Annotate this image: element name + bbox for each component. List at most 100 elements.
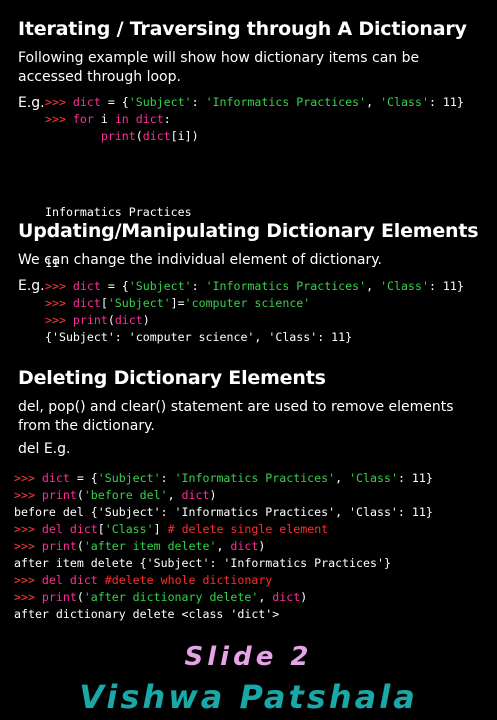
- code-token: ,: [167, 488, 182, 502]
- code-line: {'Subject': 'computer science', 'Class':…: [45, 329, 464, 346]
- code-token: ,: [335, 471, 350, 485]
- code-token: ,: [216, 539, 231, 553]
- code-line: >>> print('after item delete', dict): [14, 538, 433, 555]
- code-token: dict: [72, 95, 101, 109]
- code-token: 'Class': [380, 95, 429, 109]
- code-token: :: [191, 279, 206, 293]
- code-block-iterating: >>> dict = {'Subject': 'Informatics Prac…: [45, 94, 464, 145]
- code-token: = {: [100, 279, 129, 293]
- code-token: in: [114, 112, 129, 126]
- code-token: (: [76, 590, 84, 604]
- code-token: 'Subject': [128, 279, 192, 293]
- code-token: dict: [69, 522, 98, 536]
- code-token: print: [41, 539, 77, 553]
- code-token: dict: [72, 279, 101, 293]
- code-block-deleting: >>> dict = {'Subject': 'Informatics Prac…: [14, 470, 433, 623]
- code-line: >>> print('before del', dict): [14, 487, 433, 504]
- code-line: after item delete {'Subject': 'Informati…: [14, 555, 433, 572]
- code-token: 'Class': [349, 471, 398, 485]
- code-token: >>>: [14, 488, 42, 502]
- code-token: ]=: [170, 296, 185, 310]
- code-token: print: [72, 313, 108, 327]
- code-token: dict: [272, 590, 301, 604]
- code-line: >>> print('after dictionary delete', dic…: [14, 589, 433, 606]
- code-token: ,: [366, 279, 381, 293]
- code-token: (: [107, 313, 115, 327]
- code-token: (: [76, 488, 84, 502]
- section-title-iterating: Iterating / Traversing through A Diction…: [18, 18, 467, 40]
- code-token: 'Informatics Practices': [205, 279, 367, 293]
- code-token: : 11}: [428, 279, 464, 293]
- code-token: = {: [100, 95, 129, 109]
- code-token: >>>: [45, 296, 73, 310]
- code-token: ): [258, 539, 266, 553]
- section-desc-deleting: del, pop() and clear() statement are use…: [18, 399, 454, 434]
- eg-label-iterating: E.g.: [18, 95, 45, 111]
- code-token: 'after item delete': [83, 539, 217, 553]
- code-token: before del {'Subject': 'Informatics Prac…: [14, 505, 433, 519]
- code-token: >>>: [45, 112, 73, 126]
- code-token: 'Class': [380, 279, 429, 293]
- code-token: for: [72, 112, 94, 126]
- code-token: dict: [69, 573, 98, 587]
- code-token: dict: [135, 112, 164, 126]
- code-line: >>> del dict #delete whole dictionary: [14, 572, 433, 589]
- code-token: ): [209, 488, 217, 502]
- code-token: >>>: [14, 471, 42, 485]
- code-line: >>> print(dict): [45, 312, 464, 329]
- code-token: : 11}: [397, 471, 433, 485]
- code-token: {'Subject': 'computer science', 'Class':…: [45, 330, 353, 344]
- code-token: 'Class': [104, 522, 154, 536]
- section-title-deleting: Deleting Dictionary Elements: [18, 367, 326, 389]
- code-token: >>>: [14, 590, 42, 604]
- code-token: 'computer science': [184, 296, 311, 310]
- code-token: dict: [181, 488, 210, 502]
- code-line: >>> dict['Subject']='computer science': [45, 295, 464, 312]
- code-token: ,: [366, 95, 381, 109]
- code-token: after dictionary delete <class 'dict'>: [14, 607, 280, 621]
- code-token: :: [191, 95, 206, 109]
- code-token: (: [76, 539, 84, 553]
- code-token: dict: [142, 129, 171, 143]
- code-token: after item delete {'Subject': 'Informati…: [14, 556, 391, 570]
- code-token: 'Informatics Practices': [174, 471, 336, 485]
- code-token: = {: [69, 471, 98, 485]
- code-token: :: [163, 112, 171, 126]
- eg-label-updating: E.g.: [18, 278, 45, 294]
- code-token: ,: [258, 590, 273, 604]
- code-token: i: [93, 112, 115, 126]
- section-desc-iterating: Following example will show how dictiona…: [18, 50, 420, 85]
- slide-number: Slide 2: [184, 642, 313, 672]
- code-token: >>>: [14, 539, 42, 553]
- code-token: >>>: [14, 573, 42, 587]
- code-token: del: [41, 522, 63, 536]
- code-token: >>>: [14, 522, 42, 536]
- code-token: >>>: [45, 279, 73, 293]
- code-token: :: [160, 471, 175, 485]
- code-line: before del {'Subject': 'Informatics Prac…: [14, 504, 433, 521]
- brand-logo: Vishwa Patshala: [79, 678, 418, 716]
- code-token: ): [142, 313, 150, 327]
- code-line: >>> dict = {'Subject': 'Informatics Prac…: [45, 94, 464, 111]
- code-block-updating: >>> dict = {'Subject': 'Informatics Prac…: [45, 278, 464, 346]
- code-token: (: [135, 129, 143, 143]
- code-token: 'Subject': [128, 95, 192, 109]
- code-token: >>>: [45, 95, 73, 109]
- code-token: print: [41, 488, 77, 502]
- code-token: ]: [153, 522, 168, 536]
- code-token: [i]): [170, 129, 199, 143]
- code-token: ): [300, 590, 308, 604]
- code-token: : 11}: [428, 95, 464, 109]
- output-line: Informatics Practices: [45, 205, 192, 219]
- code-token: [: [100, 296, 108, 310]
- code-token: dict: [41, 471, 70, 485]
- code-token: dict: [72, 296, 101, 310]
- code-line: >>> for i in dict:: [45, 111, 464, 128]
- code-token: del: [41, 573, 63, 587]
- code-line: >>> dict = {'Subject': 'Informatics Prac…: [45, 278, 464, 295]
